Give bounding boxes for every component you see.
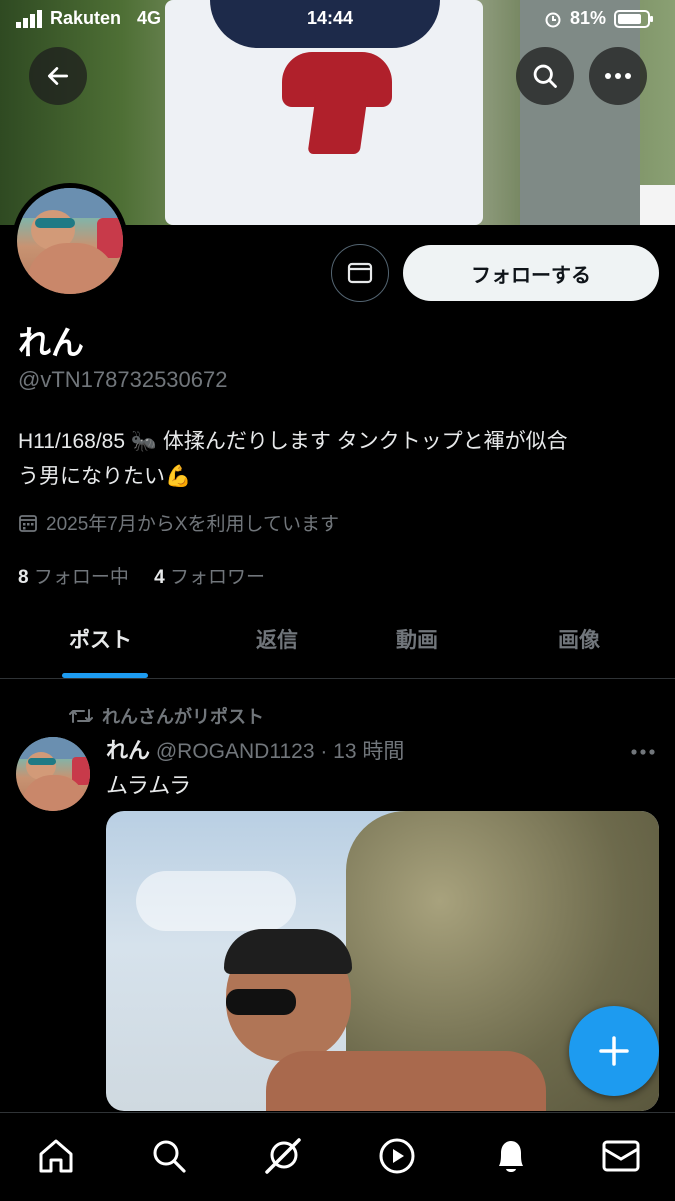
battery-icon	[614, 9, 654, 28]
followers-count: 4	[154, 567, 165, 588]
banner-tree-trunk	[520, 0, 640, 225]
status-carrier: Rakuten 4G	[16, 8, 161, 29]
post-text: ムラムラ	[106, 773, 192, 798]
nav-video[interactable]	[376, 1135, 418, 1177]
profile-avatar[interactable]	[12, 183, 128, 299]
explore-icon	[153, 1140, 186, 1173]
banner-sign	[640, 185, 675, 225]
plus-icon	[599, 1036, 629, 1066]
joined-date: 2025年7月からXを利用しています	[18, 509, 339, 536]
status-time: 14:44	[307, 8, 354, 28]
post-header: れん @ROGAND1123 · 13 時間	[106, 733, 404, 765]
grok-icon	[265, 1138, 301, 1174]
nav-explore[interactable]	[148, 1135, 190, 1177]
home-icon	[39, 1139, 73, 1173]
nav-home[interactable]	[35, 1135, 77, 1177]
nav-messages[interactable]	[600, 1135, 642, 1177]
messages-icon	[602, 1140, 640, 1172]
followers-label: フォロワー	[170, 567, 266, 588]
compose-post-button[interactable]	[569, 1006, 659, 1096]
notifications-icon	[499, 1141, 523, 1172]
repost-icon	[69, 709, 93, 723]
profile-handle: @vTN178732530672	[18, 367, 228, 392]
tab-posts[interactable]: ポスト	[69, 624, 132, 654]
calendar-icon	[19, 514, 37, 532]
bottom-navigation	[0, 1112, 675, 1201]
follow-button[interactable]: フォローする	[403, 245, 659, 301]
tabs-divider	[0, 678, 675, 679]
back-arrow-icon	[47, 67, 69, 85]
tab-images[interactable]: 画像	[558, 624, 600, 654]
repost-indicator: れんさんがリポスト	[68, 703, 264, 729]
network-type: 4G	[137, 8, 162, 28]
banner-bow-tail	[307, 90, 369, 154]
profile-bio: H11/168/85 🐜 体揉んだりします タンクトップと褌が似合 う男になりた…	[18, 424, 658, 494]
nav-grok[interactable]	[262, 1135, 304, 1177]
search-icon	[533, 64, 557, 88]
battery-percent: 81%	[570, 8, 607, 28]
video-icon	[379, 1138, 415, 1174]
following-link[interactable]: 8 フォロー中	[18, 567, 129, 588]
alarm-icon	[545, 12, 561, 27]
tab-videos[interactable]: 動画	[396, 624, 438, 654]
bio-line-2: う男になりたい💪	[18, 465, 192, 488]
post-more-button[interactable]	[630, 735, 656, 763]
bio-line-1: H11/168/85 🐜 体揉んだりします タンクトップと褌が似合	[18, 430, 568, 453]
joined-text: 2025年7月からXを利用しています	[46, 514, 339, 535]
following-count: 8	[18, 567, 29, 588]
message-button[interactable]	[331, 244, 389, 302]
post-author-name[interactable]: れん	[106, 738, 150, 763]
status-battery: 81%	[544, 8, 654, 29]
more-options-button[interactable]	[589, 47, 647, 105]
post-handle-time: @ROGAND1123 · 13 時間	[155, 740, 405, 763]
profile-name: れん	[18, 324, 84, 361]
post-author-avatar[interactable]	[16, 737, 90, 811]
mail-icon	[347, 262, 373, 284]
tab-replies[interactable]: 返信	[256, 624, 298, 654]
carrier-name: Rakuten	[50, 8, 122, 28]
follow-stats: 8 フォロー中 4 フォロワー	[18, 562, 265, 589]
avatar-photo	[17, 188, 123, 294]
followers-link[interactable]: 4 フォロワー	[154, 567, 265, 588]
nav-notifications[interactable]	[490, 1135, 532, 1177]
following-label: フォロー中	[33, 567, 129, 588]
more-icon	[631, 749, 655, 755]
more-icon	[605, 73, 631, 79]
search-button[interactable]	[516, 47, 574, 105]
repost-label: れんさんがリポスト	[102, 707, 264, 727]
back-button[interactable]	[29, 47, 87, 105]
signal-icon	[16, 9, 42, 28]
